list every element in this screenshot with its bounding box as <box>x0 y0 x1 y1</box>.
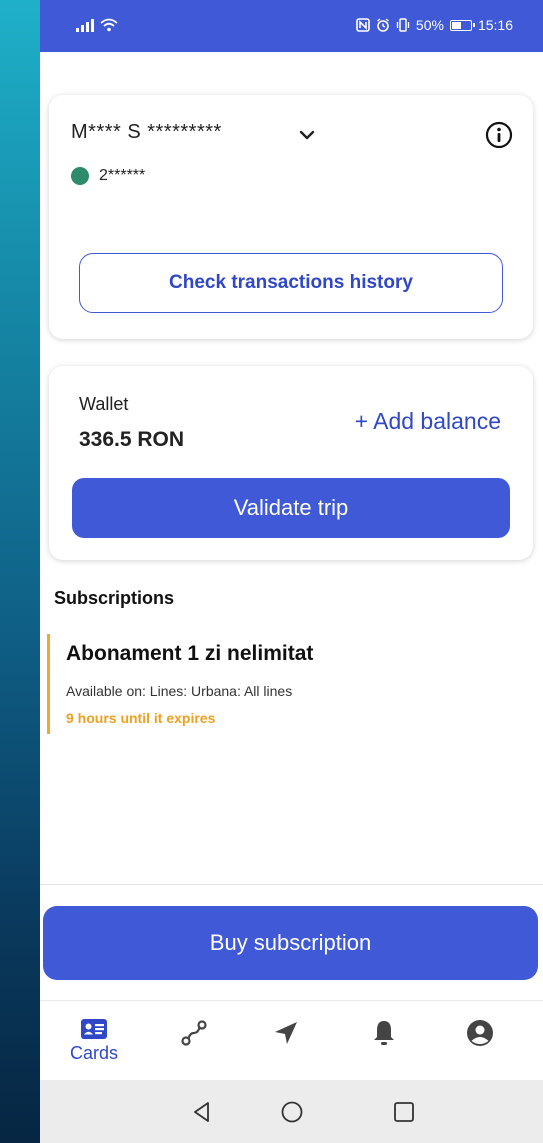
add-balance-button[interactable]: + Add balance <box>355 408 501 435</box>
recents-icon[interactable] <box>392 1100 416 1124</box>
validate-trip-button[interactable]: Validate trip <box>72 478 510 538</box>
status-left <box>76 18 118 32</box>
status-dot <box>71 167 89 185</box>
divider <box>40 884 543 885</box>
home-icon[interactable] <box>280 1100 304 1124</box>
tab-cards[interactable]: Cards <box>64 1019 124 1075</box>
nfc-icon <box>356 18 370 32</box>
subscription-expiry: 9 hours until it expires <box>66 710 216 726</box>
subscriptions-heading: Subscriptions <box>54 588 175 608</box>
chevron-down-icon[interactable] <box>299 129 315 141</box>
route-icon <box>181 1020 207 1046</box>
battery-fill <box>451 21 461 29</box>
location-arrow-icon <box>275 1022 297 1044</box>
account-name: M**** S ********* <box>71 121 222 143</box>
status-right: 50% 15:16 <box>356 17 513 33</box>
subscription-item[interactable]: Abonament 1 zi nelimitat Available on: L… <box>47 634 530 734</box>
system-nav-bar <box>40 1080 543 1143</box>
account-number-row: 2****** <box>71 167 145 185</box>
check-history-button[interactable]: Check transactions history <box>79 253 503 313</box>
subscription-title: Abonament 1 zi nelimitat <box>66 642 314 665</box>
tab-routes[interactable] <box>164 1019 224 1075</box>
account-number: 2****** <box>99 167 146 184</box>
tab-navigation[interactable] <box>256 1019 316 1075</box>
wallet-label: Wallet <box>79 394 129 414</box>
bell-icon <box>374 1021 394 1045</box>
vibrate-icon <box>396 18 410 32</box>
back-icon[interactable] <box>190 1100 214 1124</box>
cards-icon <box>81 1019 107 1039</box>
battery-icon <box>449 19 475 31</box>
battery-percent: 50% <box>415 17 444 33</box>
buy-subscription-button[interactable]: Buy subscription <box>43 906 538 980</box>
tab-notifications[interactable] <box>354 1019 414 1075</box>
wallet-card: Wallet 336.5 RON + Add balance Validate … <box>49 366 533 560</box>
wallet-balance: 336.5 RON <box>79 428 185 451</box>
signal-icon <box>76 18 94 32</box>
user-icon <box>467 1020 493 1046</box>
bottom-tab-bar: Cards <box>40 1000 543 1079</box>
info-icon[interactable] <box>485 121 513 149</box>
tab-profile[interactable] <box>450 1019 510 1075</box>
account-card: M**** S ********* 2****** Check transact… <box>49 95 533 339</box>
tab-cards-label: Cards <box>69 1043 118 1063</box>
status-bar: 50% 15:16 <box>40 0 543 52</box>
phone-screen: 50% 15:16 M**** S ********* 2****** Chec… <box>40 0 543 1143</box>
subscription-lines: Available on: Lines: Urbana: All lines <box>66 683 293 699</box>
alarm-icon <box>376 18 389 32</box>
wifi-icon <box>100 18 118 32</box>
clock: 15:16 <box>477 17 513 33</box>
